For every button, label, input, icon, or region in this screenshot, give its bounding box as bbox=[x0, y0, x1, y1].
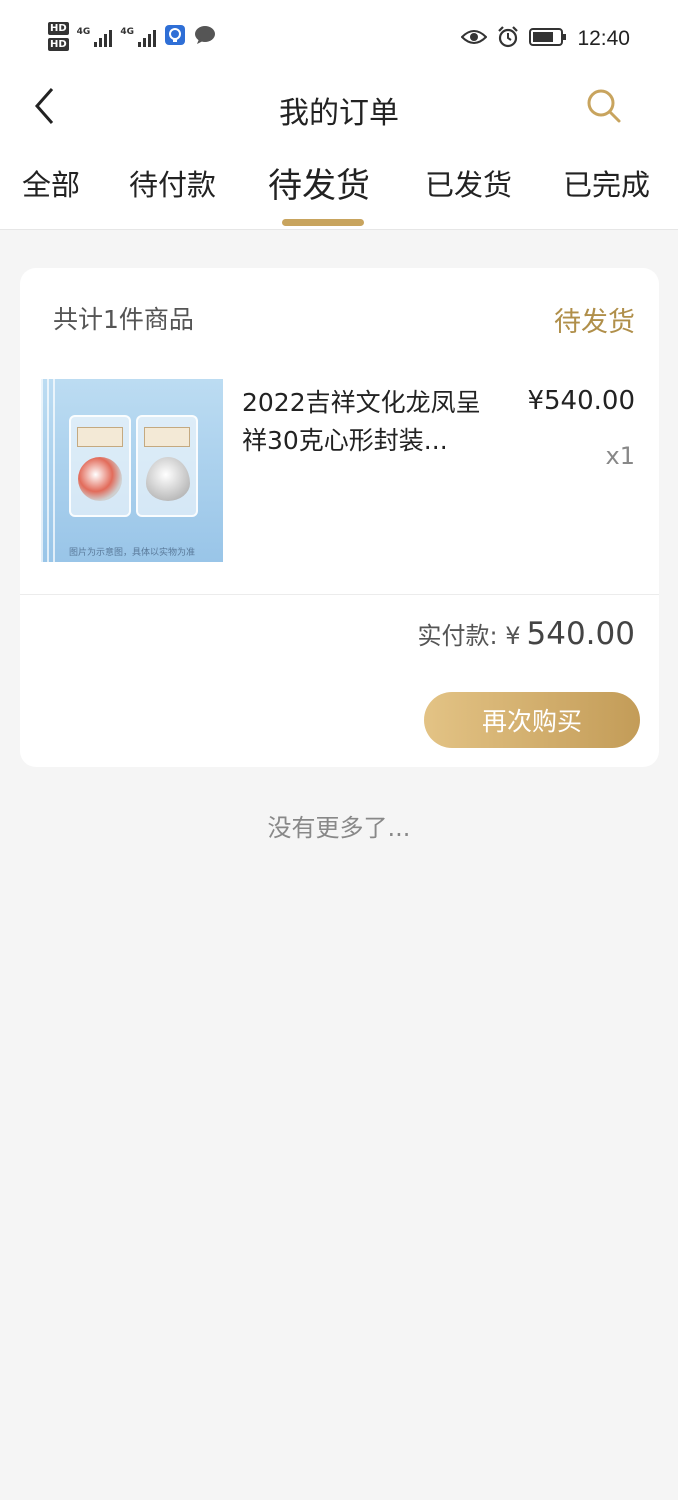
eye-icon bbox=[461, 28, 488, 50]
tab-pending-shipment[interactable]: 待发货 bbox=[268, 158, 370, 207]
coin-slab-left bbox=[69, 415, 131, 517]
divider bbox=[20, 594, 659, 595]
app-notification-icon bbox=[164, 24, 186, 50]
buy-again-button[interactable]: 再次购买 bbox=[424, 692, 640, 748]
order-status: 待发货 bbox=[554, 307, 635, 338]
product-image[interactable]: 图片为示意图，具体以实物为准 bbox=[41, 379, 223, 562]
coin-slab-right bbox=[136, 415, 198, 517]
status-left: HD HD 4G 4G bbox=[48, 22, 216, 51]
paid-label: 实付款: ¥ bbox=[417, 622, 521, 650]
search-button[interactable] bbox=[582, 84, 626, 128]
clock-time: 12:40 bbox=[577, 27, 630, 50]
active-tab-indicator bbox=[282, 219, 364, 226]
image-stripes bbox=[41, 379, 59, 562]
order-card[interactable]: 共计1件商品 待发货 图片为示意图，具体以实物为准 2022吉祥文化龙凤呈祥30… bbox=[20, 268, 659, 767]
slab-label bbox=[144, 427, 190, 447]
status-bar: HD HD 4G 4G 12:40 bbox=[0, 0, 678, 80]
color-heart-coin bbox=[78, 457, 122, 501]
hd-indicators: HD HD bbox=[48, 22, 69, 51]
order-tabs: 全部 待付款 待发货 已发货 已完成 bbox=[0, 140, 678, 230]
battery-icon bbox=[529, 27, 567, 51]
nav-header: 我的订单 bbox=[0, 80, 678, 140]
no-more-text: 没有更多了... bbox=[267, 814, 411, 842]
signal-1-label: 4G bbox=[76, 26, 91, 37]
top-panel: HD HD 4G 4G 12:40 我的订单 全部 待付款 待发货 已发货 已完… bbox=[0, 0, 678, 230]
message-icon bbox=[194, 25, 216, 49]
tab-all[interactable]: 全部 bbox=[22, 162, 80, 204]
status-right: 12:40 bbox=[461, 26, 630, 52]
alarm-icon bbox=[497, 26, 519, 52]
signal-2-label: 4G bbox=[120, 26, 134, 37]
paid-amount: 实付款: ¥ 540.00 bbox=[418, 616, 635, 652]
search-icon bbox=[587, 89, 621, 123]
signal-1-icon: 4G bbox=[77, 27, 113, 47]
tab-completed[interactable]: 已完成 bbox=[563, 162, 650, 204]
signal-2-icon: 4G bbox=[120, 27, 156, 47]
item-count: 共计1件商品 bbox=[53, 305, 194, 334]
tab-shipped[interactable]: 已发货 bbox=[425, 162, 512, 204]
silver-heart-coin bbox=[146, 457, 190, 501]
image-caption: 图片为示意图，具体以实物为准 bbox=[68, 548, 195, 558]
product-name[interactable]: 2022吉祥文化龙凤呈祥30克心形封装... bbox=[242, 384, 502, 460]
hd1-badge: HD bbox=[48, 22, 69, 35]
hd2-badge: HD bbox=[48, 38, 69, 51]
product-quantity: x1 bbox=[605, 442, 635, 470]
slab-label bbox=[77, 427, 123, 447]
page-title: 我的订单 bbox=[279, 96, 399, 131]
tab-pending-payment[interactable]: 待付款 bbox=[129, 162, 216, 204]
product-price: ¥540.00 bbox=[527, 386, 635, 416]
paid-value: 540.00 bbox=[526, 616, 635, 652]
